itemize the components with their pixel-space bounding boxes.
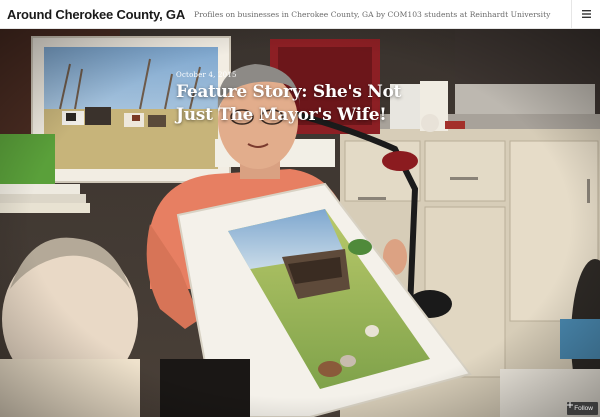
- hamburger-menu-icon: [581, 5, 591, 23]
- menu-button[interactable]: [571, 0, 600, 28]
- follow-label: Follow: [574, 405, 593, 412]
- site-title[interactable]: Around Cherokee County, GA: [7, 7, 185, 22]
- site-header: Around Cherokee County, GA Profiles on b…: [0, 0, 600, 29]
- featured-post-hero[interactable]: October 4, 2015 Feature Story: She's Not…: [0, 29, 600, 417]
- follow-button[interactable]: Follow: [567, 402, 598, 415]
- post-title[interactable]: Feature Story: She's Not Just The Mayor'…: [176, 81, 426, 127]
- post-date[interactable]: October 4, 2015: [176, 71, 237, 79]
- site-tagline: Profiles on businesses in Cherokee Count…: [194, 9, 551, 19]
